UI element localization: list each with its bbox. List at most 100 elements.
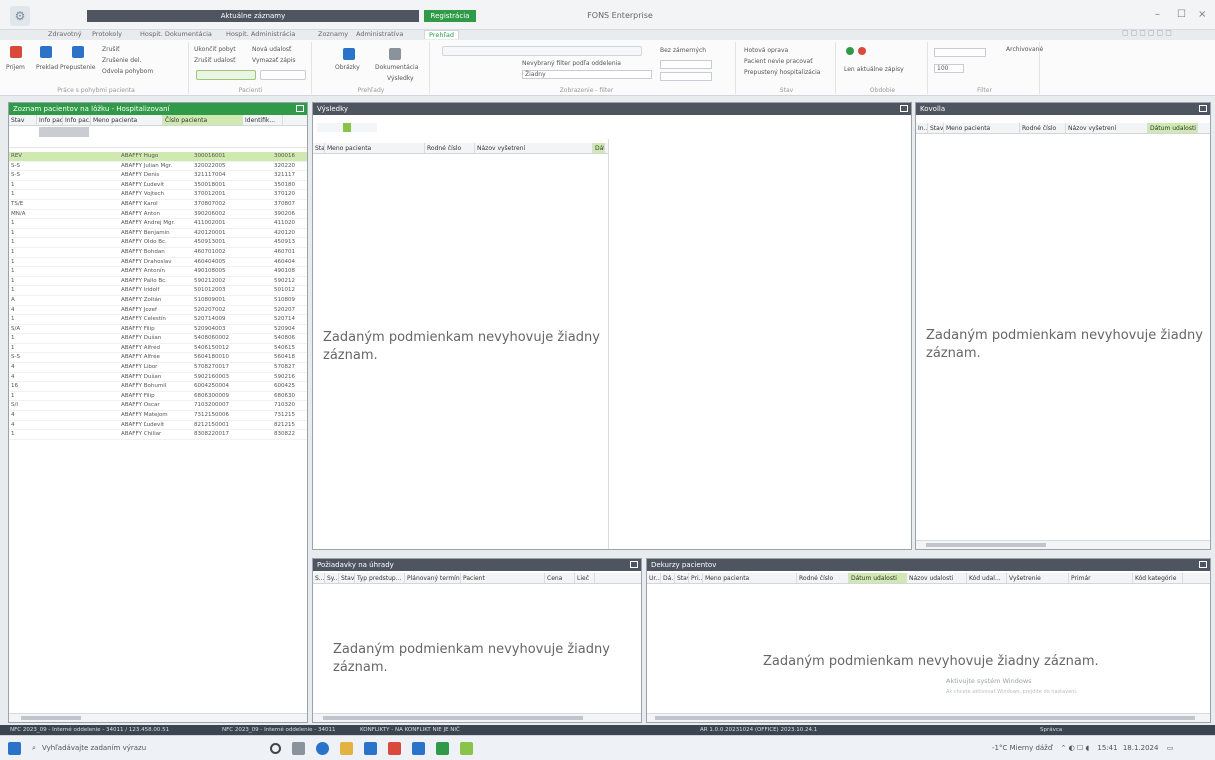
edge-icon[interactable] <box>316 742 329 755</box>
table-row[interactable]: 1 ABAFFY Vojtech 370012001 370120 <box>9 190 307 200</box>
col-kod-udalosti[interactable]: Kód udal... <box>967 573 1007 583</box>
results-nav-toolbar[interactable] <box>317 123 377 132</box>
check-cross-icons[interactable] <box>260 70 306 80</box>
images-icon[interactable] <box>343 48 355 60</box>
minimize-button[interactable]: – <box>1155 9 1160 20</box>
col-stav[interactable]: Stav <box>675 573 689 583</box>
maximize-panel-icon[interactable] <box>296 105 304 112</box>
completed-fix-toggle[interactable]: Hotová oprava <box>744 47 788 54</box>
col-stav[interactable]: Stav <box>339 573 355 583</box>
kovolla-hscrollbar[interactable] <box>916 540 1210 549</box>
page-navigator[interactable] <box>934 48 986 57</box>
maximize-panel-icon[interactable] <box>1199 105 1207 112</box>
quick-access-toolbar[interactable]: ◻◻◻◻◻◻ <box>1122 28 1210 38</box>
tab-prehlad[interactable]: Prehľad <box>424 30 460 39</box>
table-row[interactable]: 1 ABAFFY Iridolf 501012003 501012 <box>9 286 307 296</box>
col-nazov-vysetreni[interactable]: Názov vyšetrení <box>475 143 593 153</box>
current-entries-toggle[interactable]: Len aktuálne zápisy <box>844 66 904 73</box>
green-status-icon[interactable] <box>846 47 854 55</box>
tab-administrativa[interactable]: Administratíva <box>356 30 403 38</box>
col-typ[interactable]: Typ predstup... <box>355 573 405 583</box>
date-from-input[interactable] <box>660 60 712 69</box>
maximize-panel-icon[interactable] <box>1199 561 1207 568</box>
view-toolbar-icons[interactable] <box>442 46 642 56</box>
table-row[interactable]: TS/E ABAFFY Karol 370807002 370807 <box>9 200 307 210</box>
windows-start-icon[interactable] <box>8 742 21 755</box>
tab-hospit-administracia[interactable]: Hospit. Administrácia <box>226 30 295 38</box>
clock-time[interactable]: 15:41 <box>1097 744 1117 752</box>
col-meno[interactable]: Meno pacienta <box>944 123 1020 133</box>
images-button[interactable]: Obrázky <box>335 64 360 71</box>
col-meno[interactable]: Meno pacienta <box>91 115 163 125</box>
taskbar-search[interactable]: ⌕ Vyhľadávajte zadaním výrazu <box>30 740 250 757</box>
task-view-icon[interactable] <box>292 742 305 755</box>
table-row[interactable]: 1 ABAFFY Benjamín 420120001 420120 <box>9 229 307 239</box>
table-row[interactable]: 1 ABAFFY Chiliar 8308220017 830822 <box>9 430 307 440</box>
col-in[interactable]: In... <box>916 123 928 133</box>
col-datum-udalosti[interactable]: Dátum udalosti <box>849 573 907 583</box>
results-active-nav-icon[interactable] <box>343 123 351 132</box>
table-row[interactable]: 4 ABAFFY Dušan 5902160003 590216 <box>9 373 307 383</box>
group-by-bar[interactable] <box>39 127 89 137</box>
maximize-button[interactable]: ☐ <box>1177 9 1186 20</box>
discharged-hospital-toggle[interactable]: Prepustený hospitalizácia <box>744 69 821 76</box>
col-da[interactable]: Dá... <box>661 573 675 583</box>
col-info-2[interactable]: Info pac... <box>63 115 91 125</box>
table-row[interactable]: 4 ABAFFY Jozef 520207002 520207 <box>9 306 307 316</box>
discharge-button[interactable]: Prepustenie <box>60 64 95 71</box>
table-row[interactable]: A ABAFFY Zoltán 510809001 510809 <box>9 296 307 306</box>
documentation-icon[interactable] <box>389 48 401 60</box>
clock-date[interactable]: 18.1.2024 <box>1123 744 1159 752</box>
table-row[interactable]: S/A ABAFFY Filip 520904003 520904 <box>9 325 307 335</box>
col-s[interactable]: S... <box>313 573 325 583</box>
col-cena[interactable]: Cena <box>545 573 575 583</box>
table-row[interactable]: 4 ABAFFY Libor 5708270017 570827 <box>9 363 307 373</box>
col-identifikator[interactable]: Identifik... <box>243 115 283 125</box>
col-datum-udalosti[interactable]: Dátum udalosti <box>1148 123 1198 133</box>
col-nazov-vysetreni[interactable]: Názov vyšetrení <box>1066 123 1148 133</box>
maximize-panel-icon[interactable] <box>900 105 908 112</box>
col-pacient[interactable]: Pacient <box>461 573 545 583</box>
app-logo-icon[interactable]: ⚙ <box>10 6 30 26</box>
tab-zoznamy[interactable]: Zoznamy <box>318 30 348 38</box>
table-row[interactable]: 1 ABAFFY Pallo Bc. 590212002 590212 <box>9 277 307 287</box>
table-row[interactable]: 1 ABAFFY Oldo Bc. 450913001 450913 <box>9 238 307 248</box>
end-stay-button[interactable]: Ukončiť pobyt <box>194 46 236 53</box>
context-tab-registration[interactable]: Registrácia <box>424 10 476 22</box>
col-kod-kategorie[interactable]: Kód kategórie <box>1133 573 1183 583</box>
word-icon[interactable] <box>412 742 425 755</box>
documentation-button[interactable]: Dokumentácia <box>375 64 418 71</box>
table-row[interactable]: S-S ABAFFY Alfrée 5604180010 560418 <box>9 353 307 364</box>
col-datum[interactable]: Dátu <box>593 143 605 153</box>
col-rodne-cislo[interactable]: Rodné číslo <box>797 573 849 583</box>
table-row[interactable]: 1 ABAFFY Bohdan 460701002 460701 <box>9 248 307 258</box>
archived-toggle[interactable]: Archivované <box>1006 46 1043 53</box>
table-row[interactable]: 1 ABAFFY Ľudevít 350018001 350180 <box>9 181 307 191</box>
col-primar[interactable]: Primár <box>1069 573 1133 583</box>
file-explorer-icon[interactable] <box>340 742 353 755</box>
new-event-button[interactable]: Nová udalosť <box>252 46 291 53</box>
notifications-icon[interactable]: ▭ <box>1167 744 1174 752</box>
col-meno[interactable]: Meno pacienta <box>703 573 797 583</box>
table-row[interactable]: 4 ABAFFY Ľudevít 8212150001 821215 <box>9 421 307 431</box>
tray-icons[interactable]: ⌃ ◐ ☐ ◖ <box>1061 744 1090 752</box>
tab-zdravotny[interactable]: Zdravotný <box>48 30 82 38</box>
context-tab-current-records[interactable]: Aktuálne záznamy <box>87 10 419 22</box>
tab-hospit-dokumentacia[interactable]: Hospit. Dokumentácia <box>140 30 212 38</box>
fons-app-icon[interactable] <box>460 742 473 755</box>
col-rodne-cislo[interactable]: Rodné číslo <box>1020 123 1066 133</box>
app-red-icon[interactable] <box>388 742 401 755</box>
cortana-icon[interactable] <box>270 743 281 754</box>
cancel-small-button[interactable]: Zrušiť <box>102 46 120 53</box>
filter-row[interactable] <box>9 137 307 148</box>
patients-hscrollbar[interactable] <box>9 713 307 722</box>
col-cislo[interactable]: Číslo pacienta <box>163 115 243 125</box>
table-row[interactable]: 1 ABAFFY Drahoslav 460404005 460404 <box>9 258 307 268</box>
delete-entry-button[interactable]: Vymazať zápis <box>252 57 296 64</box>
col-pri[interactable]: Pri... <box>689 573 703 583</box>
discharge-icon[interactable] <box>72 46 84 58</box>
transfer-icon[interactable] <box>40 46 52 58</box>
table-row[interactable]: 1 ABAFFY Antonín 490108005 490108 <box>9 267 307 277</box>
cancel-event-button[interactable]: Zrušiť udalosť <box>194 57 236 64</box>
col-vysetrenie[interactable]: Vyšetrenie <box>1007 573 1069 583</box>
